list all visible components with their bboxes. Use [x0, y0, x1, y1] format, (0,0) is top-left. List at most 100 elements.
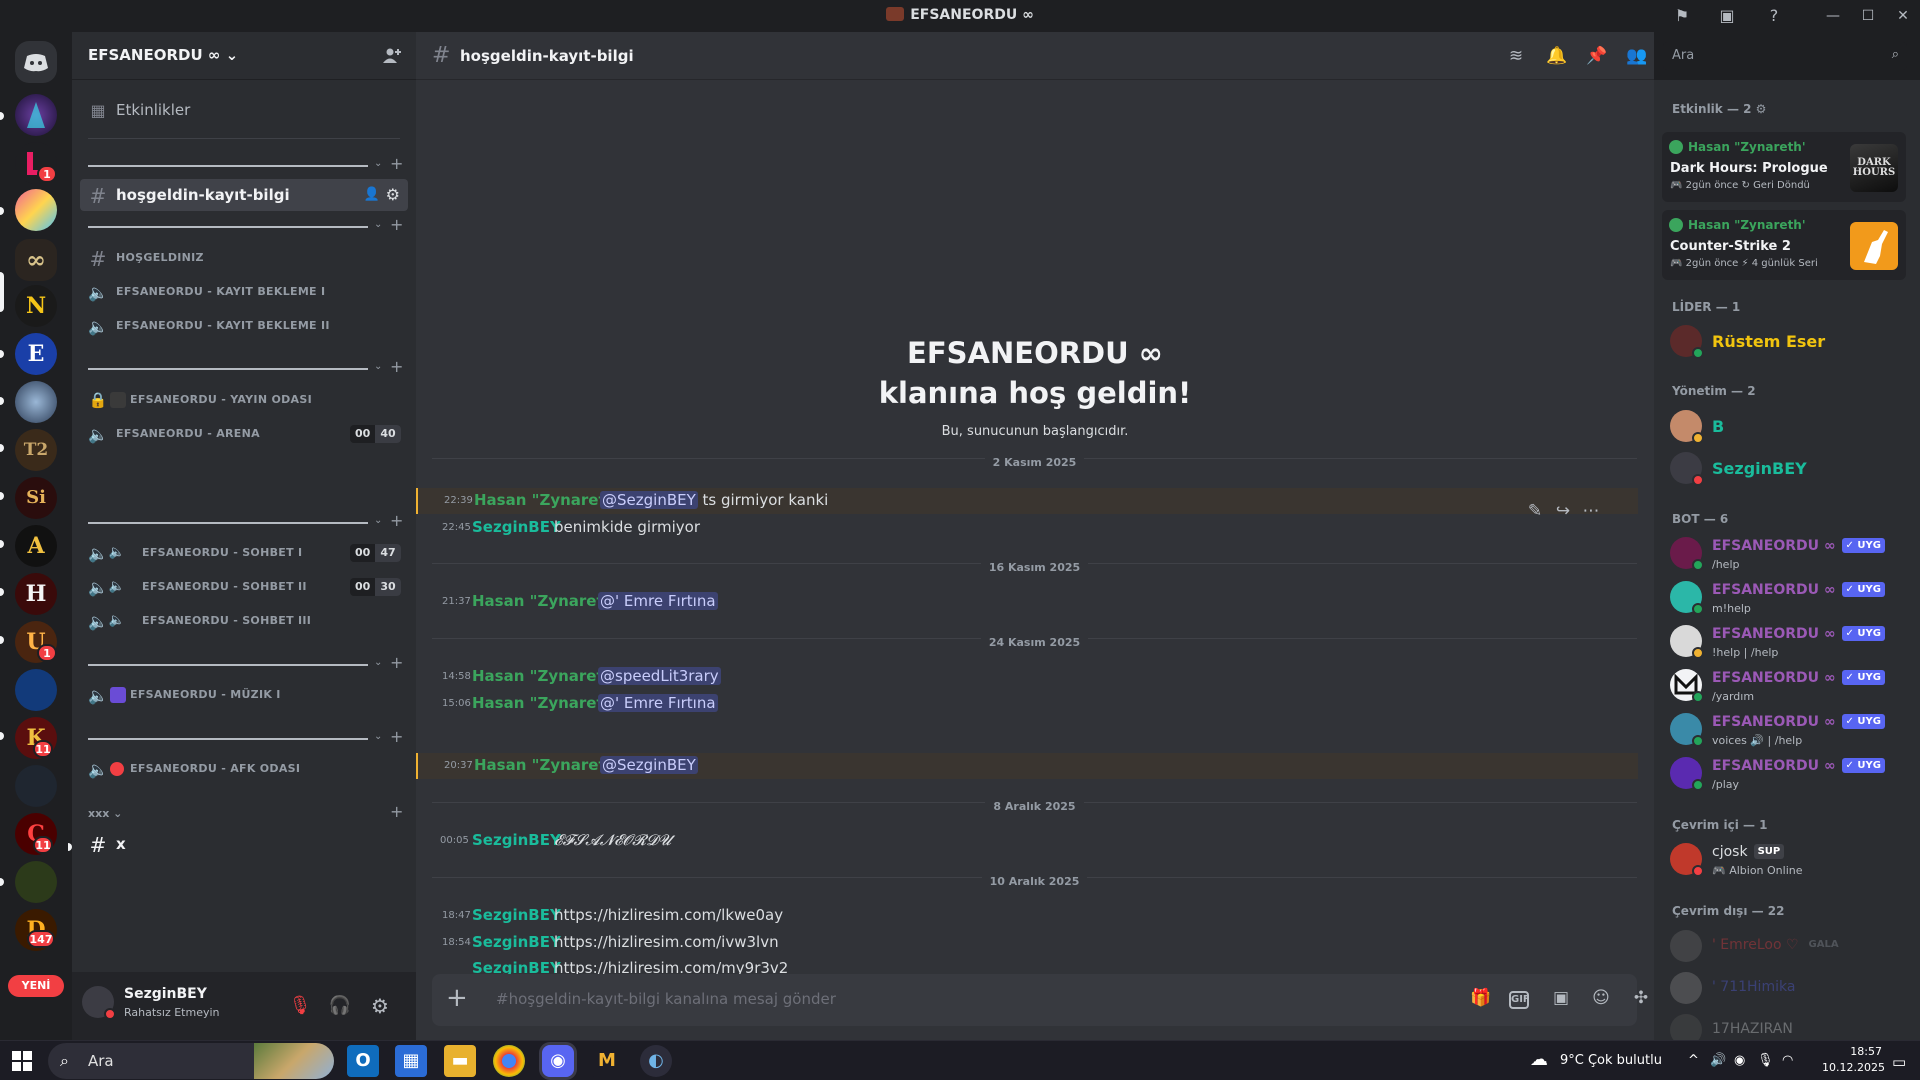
bot-member[interactable]: EFSANEORDU ∞ ✓ UYG /play	[1662, 752, 1906, 794]
member-item[interactable]: B	[1662, 405, 1906, 447]
message[interactable]: 22:39 Hasan "Zynareth' @SezginBEY ts gir…	[416, 488, 1638, 514]
channel-afk-odasi[interactable]: 🔈 EFSANEORDU - AFK ODASI	[80, 753, 408, 785]
bot-member[interactable]: EFSANEORDU ∞ ✓ UYG voices 🔊 | /help	[1662, 708, 1906, 750]
search-box[interactable]: Ara ⌕	[1663, 42, 1907, 70]
add-channel-icon[interactable]: +	[390, 727, 403, 746]
member-item[interactable]: ' 711Himika	[1662, 967, 1906, 1009]
inbox-icon[interactable]: ▣	[1717, 6, 1737, 26]
message-author[interactable]: SezginBEY	[472, 933, 561, 951]
channel-arena[interactable]: 🔈 EFSANEORDU - ARENA 00 40	[80, 418, 408, 450]
message-author[interactable]: Hasan "Zynareth'	[472, 592, 619, 610]
add-channel-icon[interactable]: +	[390, 215, 403, 234]
volume-icon[interactable]: 🔊	[1710, 1053, 1726, 1068]
server-icon-14[interactable]	[15, 765, 57, 807]
server-header[interactable]: EFSANEORDU ∞ ⌄	[72, 32, 416, 80]
server-icon-4[interactable]: N	[15, 285, 57, 327]
add-channel-icon[interactable]: +	[390, 653, 403, 672]
server-icon-16[interactable]	[15, 861, 57, 903]
channel-sohbet-1[interactable]: 🔈 🔈 EFSANEORDU - SOHBET I 00 47	[80, 537, 408, 569]
channel-hosgeldiniz[interactable]: # HOŞGELDINIZ	[80, 242, 408, 274]
message-author[interactable]: SezginBEY	[472, 831, 561, 849]
bot-member[interactable]: EFSANEORDU ∞ ✓ UYG !help | /help	[1662, 620, 1906, 662]
invite-icon[interactable]: 👤	[364, 187, 380, 202]
server-icon-5[interactable]: E	[15, 333, 57, 375]
store-icon[interactable]: ▦	[395, 1045, 427, 1077]
server-icon-10[interactable]: H	[15, 573, 57, 615]
channel-yayin-odasi[interactable]: 🔒 EFSANEORDU - YAYIN ODASI	[80, 384, 408, 416]
category-header[interactable]: ⌄ +	[88, 357, 408, 379]
category-header[interactable]: ⌄ +	[88, 727, 408, 749]
category-header[interactable]: ⌄ +	[88, 511, 408, 533]
message-author[interactable]: Hasan "Zynareth'	[472, 667, 619, 685]
home-button[interactable]	[15, 41, 57, 83]
message-author[interactable]: Hasan "Zynareth'	[474, 756, 621, 774]
message-link[interactable]: https://hizliresim.com/ivw3lvn	[554, 933, 779, 951]
user-mention[interactable]: @SezginBEY	[600, 756, 698, 774]
taskbar-search[interactable]: ⌕ Ara	[48, 1043, 334, 1079]
message-author[interactable]: SezginBEY	[472, 518, 561, 536]
member-item[interactable]: SezginBEY	[1662, 447, 1906, 489]
message[interactable]: 22:45 SezginBEY benimkide girmiyor	[416, 515, 1638, 541]
channel-sohbet-3[interactable]: 🔈 🔈 EFSANEORDU - SOHBET III	[80, 605, 408, 637]
channel-hosgeldin-kayit-bilgi[interactable]: # hoşgeldin-kayıt-bilgi 👤 ⚙	[80, 179, 408, 211]
activity-card[interactable]: Hasan "Zynareth' Counter-Strike 2 🎮 2gün…	[1662, 210, 1906, 280]
weather-text[interactable]: 9°C Çok bulutlu	[1560, 1053, 1662, 1068]
sticker-icon[interactable]: ▣	[1549, 988, 1573, 1012]
message[interactable]: 14:58 Hasan "Zynareth' @speedLit3rary	[416, 664, 1638, 690]
flag-icon[interactable]: ⚑	[1672, 6, 1692, 26]
message[interactable]: 15:06 Hasan "Zynareth' @' Emre Fırtına	[416, 691, 1638, 717]
member-item[interactable]: 17HAZIRAN	[1662, 1009, 1906, 1040]
search-input[interactable]: Ara	[1672, 48, 1694, 63]
bot-member[interactable]: EFSANEORDU ∞ ✓ UYG /yardım	[1662, 664, 1906, 706]
minimize-icon[interactable]: —	[1818, 4, 1848, 28]
message[interactable]: 18:54 SezginBEY https://hizliresim.com/i…	[416, 930, 1638, 956]
user-mention[interactable]: @' Emre Fırtına	[598, 592, 718, 610]
message-author[interactable]: Hasan "Zynareth'	[472, 694, 619, 712]
help-icon[interactable]: ?	[1764, 6, 1784, 26]
member-item[interactable]: Rüstem Eser	[1662, 320, 1906, 362]
discord-tray-icon[interactable]: ◉	[1734, 1053, 1745, 1068]
message[interactable]: 00:05 SezginBEY 𝓔𝓕𝓢𝓐𝓝𝓔𝓞𝓡𝓓𝓤	[416, 828, 1638, 854]
server-icon-1[interactable]	[15, 94, 57, 136]
add-channel-icon[interactable]: +	[390, 802, 403, 821]
emoji-icon[interactable]: ☺	[1589, 988, 1613, 1012]
notification-icon[interactable]: ▭	[1892, 1053, 1906, 1071]
message-author[interactable]: Hasan "Zynareth'	[474, 491, 621, 509]
activity-card[interactable]: Hasan "Zynareth' Dark Hours: Prologue 🎮 …	[1662, 132, 1906, 202]
bell-icon[interactable]: 🔔	[1546, 46, 1567, 66]
member-item[interactable]: cjosk SUP 🎮 Albion Online	[1662, 838, 1906, 880]
message-input[interactable]: #hoşgeldin-kayıt-bilgi kanalına mesaj gö…	[496, 990, 836, 1008]
channel-kayit-bekleme-2[interactable]: 🔈 EFSANEORDU - KAYIT BEKLEME II	[80, 310, 408, 342]
chevron-up-icon[interactable]: ^	[1688, 1053, 1699, 1068]
taskbar-clock[interactable]: 18:57 10.12.2025	[1822, 1044, 1885, 1076]
message-author[interactable]: SezginBEY	[472, 906, 561, 924]
mic-muted-icon[interactable]: 🎙	[284, 990, 316, 1022]
metin2-icon[interactable]: M	[591, 1045, 623, 1077]
user-mention[interactable]: @speedLit3rary	[598, 667, 721, 685]
channel-kayit-bekleme-1[interactable]: 🔈 EFSANEORDU - KAYIT BEKLEME I	[80, 276, 408, 308]
channel-x[interactable]: # x	[80, 828, 408, 860]
gift-icon[interactable]: 🎁	[1469, 988, 1493, 1012]
headphones-icon[interactable]: 🎧	[324, 990, 356, 1022]
teamspeak-icon[interactable]: ◐	[640, 1045, 672, 1077]
server-icon-7[interactable]: T2	[15, 429, 57, 471]
gear-icon[interactable]: ⚙	[386, 185, 400, 204]
server-icon-efsaneordu[interactable]: ∞	[15, 239, 57, 281]
server-icon-3[interactable]	[15, 189, 57, 231]
pin-icon[interactable]: 📌	[1586, 46, 1607, 66]
add-channel-icon[interactable]: +	[390, 357, 403, 376]
message[interactable]: 21:37 Hasan "Zynareth' @' Emre Fırtına	[416, 589, 1638, 615]
invite-people-icon[interactable]	[382, 46, 402, 66]
new-servers-badge[interactable]: YENİ	[8, 975, 64, 997]
threads-icon[interactable]: ≋	[1506, 46, 1526, 66]
gif-icon[interactable]: GIF	[1509, 991, 1530, 1009]
message[interactable]: 18:47 SezginBEY https://hizliresim.com/l…	[416, 903, 1638, 929]
category-header[interactable]: ⌄ +	[88, 653, 408, 675]
member-item[interactable]: ' EmreLoo ♡ GALA	[1662, 925, 1906, 967]
server-icon-6[interactable]	[15, 381, 57, 423]
discord-taskbar-icon[interactable]: ◉	[542, 1045, 574, 1077]
bot-member[interactable]: EFSANEORDU ∞ ✓ UYG m!help	[1662, 576, 1906, 618]
members-icon[interactable]: 👥	[1626, 46, 1647, 66]
add-attachment-icon[interactable]: +	[446, 985, 468, 1011]
wifi-icon[interactable]: ◠	[1782, 1053, 1793, 1068]
